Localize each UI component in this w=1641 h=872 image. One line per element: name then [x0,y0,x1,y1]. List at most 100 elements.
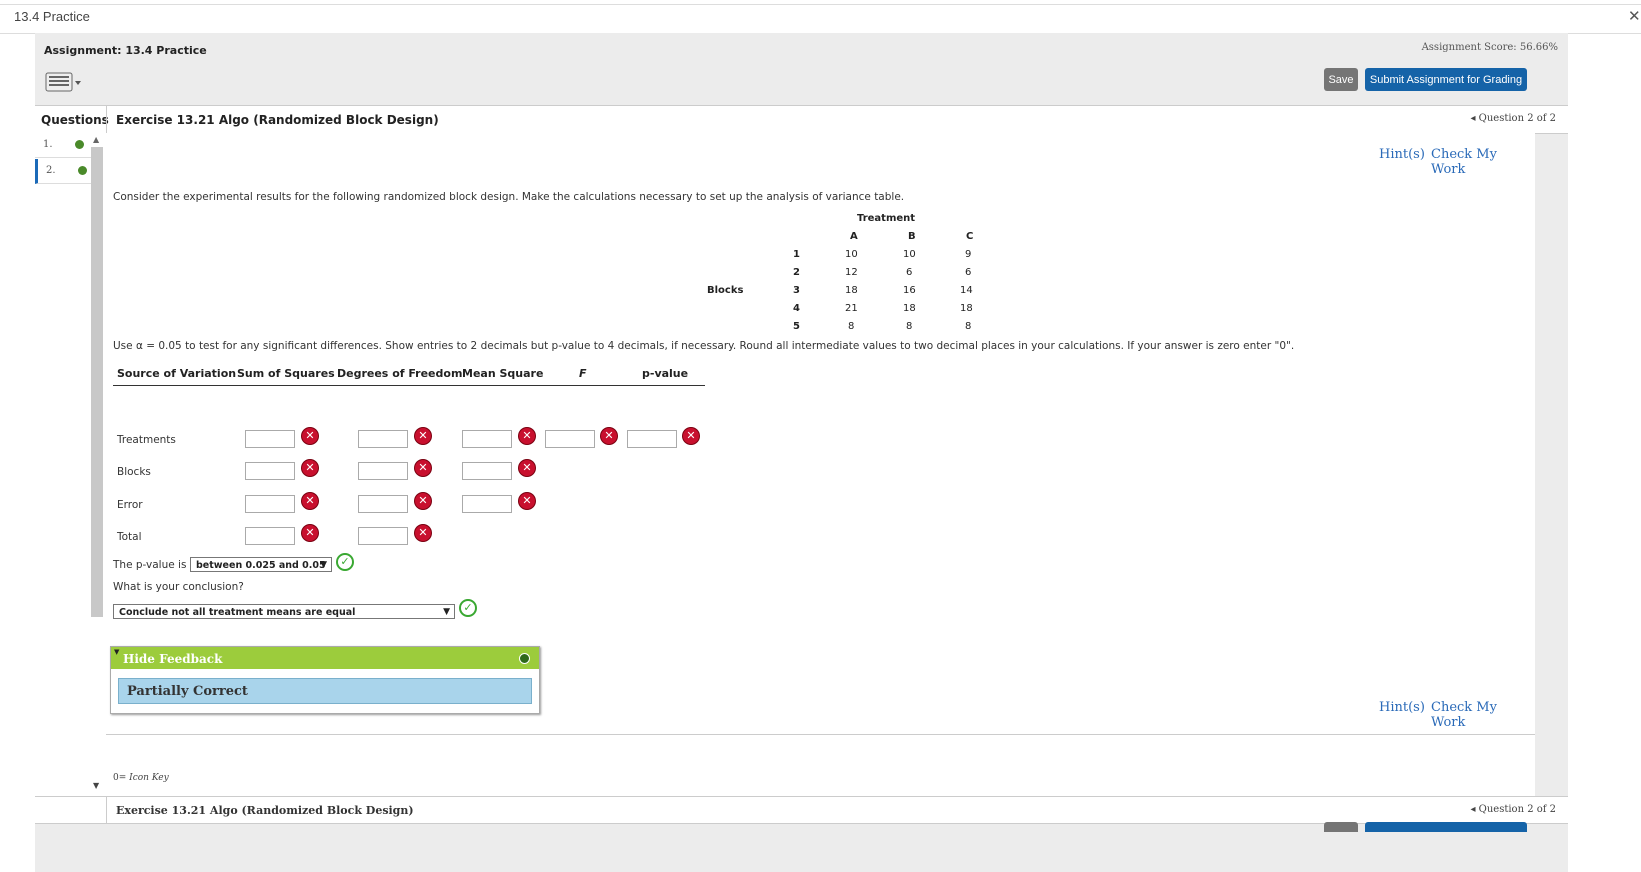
blocks-label: Blocks [707,285,744,296]
sidebar-item-question-1[interactable]: 1. [35,133,91,158]
ms-treatments-input[interactable] [462,430,512,448]
ss-blocks-input[interactable] [245,462,295,480]
incorrect-icon: ✕ [302,460,318,476]
table-cell: 10 [903,249,916,260]
incorrect-icon: ✕ [302,525,318,541]
pvalue-select[interactable]: between 0.025 and 0.05 ▼ [190,557,332,572]
f-treatments-input[interactable] [545,430,595,448]
incorrect-icon: ✕ [302,428,318,444]
save-button[interactable]: Save [1324,68,1358,91]
block-label: 4 [793,303,800,314]
divider [106,734,1535,735]
scroll-up-icon[interactable]: ▲ [93,135,99,144]
correct-icon: ✓ [336,553,354,571]
submit-assignment-button[interactable]: Submit Assignment for Grading [1365,68,1527,91]
question-content: Hint(s) Check My Work Consider the exper… [106,133,1535,796]
status-dot-icon [519,653,530,664]
key-icon: 0= [113,773,127,783]
close-icon[interactable]: ✕ [1628,7,1641,25]
status-dot-icon [75,140,84,149]
df-error-input[interactable] [358,495,408,513]
icon-key-link[interactable]: 0= Icon Key [113,773,169,783]
block-label: 2 [793,267,800,278]
table-cell: 8 [965,321,972,332]
incorrect-icon: ✕ [415,460,431,476]
check-my-work-link[interactable]: Check My Work [1431,700,1535,730]
question-sidebar: 1. 2. ▲ ▼ [35,133,107,796]
assignment-shell: Assignment: 13.4 Practice Assignment Sco… [35,33,1568,872]
table-cell: 18 [903,303,916,314]
sidebar-item-question-2[interactable]: 2. [35,159,94,184]
feedback-result-text: Partially Correct [127,684,248,699]
incorrect-icon: ✕ [601,428,617,444]
pvalue-treatments-input[interactable] [627,430,677,448]
table-cell: 16 [903,285,916,296]
ss-error-input[interactable] [245,495,295,513]
footer-submit-button[interactable] [1365,822,1527,832]
footer-bar: Exercise 13.21 Algo (Randomized Block De… [35,796,1568,824]
question-bar: Questions Exercise 13.21 Algo (Randomize… [35,105,1568,134]
block-label: 3 [793,285,800,296]
anova-header: Degrees of Freedom [337,367,463,380]
block-label: 5 [793,321,800,332]
incorrect-icon: ✕ [415,493,431,509]
table-cell: 14 [960,285,973,296]
incorrect-icon: ✕ [519,460,535,476]
scrollbar-thumb[interactable] [91,147,103,617]
question-nav[interactable]: ◂ Question 2 of 2 [1470,113,1556,124]
anova-header: p-value [642,367,689,380]
instructions: Use α = 0.05 to test for any significant… [113,340,1295,352]
anova-header: Sum of Squares [237,367,335,380]
ss-total-input[interactable] [245,527,295,545]
scroll-down-icon[interactable]: ▼ [93,781,99,790]
window-title: 13.4 Practice [14,9,90,24]
column-header: C [966,231,974,242]
block-label: 1 [793,249,800,260]
check-my-work-link[interactable]: Check My Work [1431,147,1535,177]
pvalue-select-value: between 0.025 and 0.05 [196,560,326,571]
incorrect-icon: ✕ [519,428,535,444]
assignment-score: Assignment Score: 56.66% [1421,42,1558,53]
icon-key-label: Icon Key [129,773,169,783]
footer-question-nav[interactable]: ◂ Question 2 of 2 [1470,804,1556,815]
status-dot-icon [78,166,87,175]
pvalue-question-label: The p-value is [113,559,187,571]
table-cell: 6 [906,267,913,278]
feedback-panel: ▼ Hide Feedback Partially Correct [110,646,540,714]
df-blocks-input[interactable] [358,462,408,480]
exercise-title: Exercise 13.21 Algo (Randomized Block De… [116,113,439,127]
feedback-toggle[interactable]: ▼ Hide Feedback [111,647,539,669]
keyboard-icon[interactable] [45,69,81,95]
conclusion-question-label: What is your conclusion? [113,581,244,593]
df-treatments-input[interactable] [358,430,408,448]
table-cell: 9 [965,249,972,260]
df-total-input[interactable] [358,527,408,545]
table-cell: 18 [960,303,973,314]
treatment-label: Treatment [857,213,916,224]
ms-error-input[interactable] [462,495,512,513]
anova-header: F [579,367,587,380]
anova-row-label: Error [117,499,143,511]
anova-header: Mean Square [462,367,544,380]
hints-link[interactable]: Hint(s) [1379,147,1425,162]
incorrect-icon: ✕ [415,525,431,541]
ms-blocks-input[interactable] [462,462,512,480]
conclusion-select-value: Conclude not all treatment means are equ… [119,607,356,618]
anova-row-label: Total [117,531,142,543]
question-number: 2. [46,165,56,176]
chevron-down-icon: ▼ [443,607,450,617]
anova-row-label: Blocks [117,466,151,478]
ss-treatments-input[interactable] [245,430,295,448]
table-cell: 18 [845,285,858,296]
incorrect-icon: ✕ [683,428,699,444]
anova-header: Source of Variation [117,367,237,380]
conclusion-select[interactable]: Conclude not all treatment means are equ… [113,604,455,619]
hints-link[interactable]: Hint(s) [1379,700,1425,715]
feedback-result: Partially Correct [118,678,532,704]
footer-save-button[interactable] [1324,822,1358,832]
incorrect-icon: ✕ [302,493,318,509]
assignment-title: Assignment: 13.4 Practice [44,44,207,57]
collapse-triangle-icon: ▼ [114,648,120,656]
table-cell: 12 [845,267,858,278]
column-header: A [850,231,858,242]
